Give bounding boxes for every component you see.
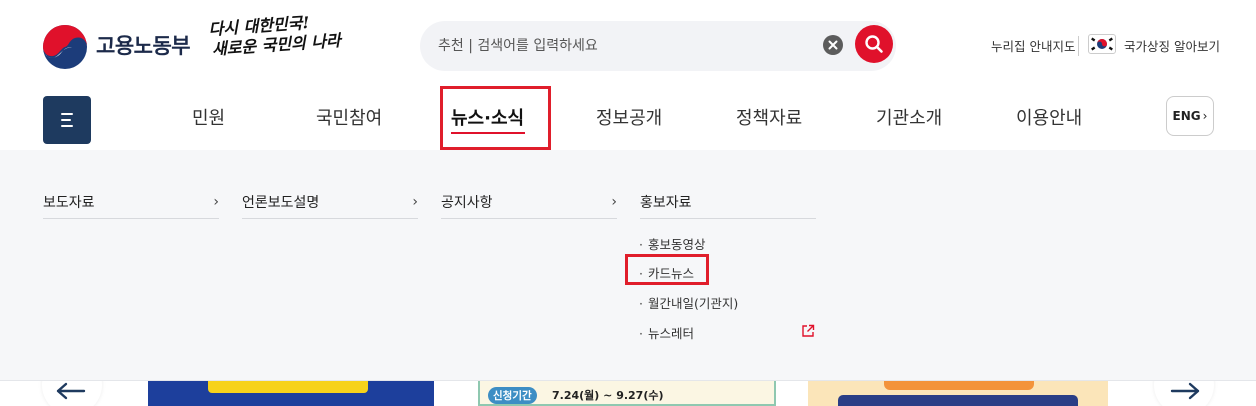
nav-item-about[interactable]: 기관소개: [876, 104, 942, 130]
sitemap-link[interactable]: 누리집 안내지도: [991, 36, 1075, 55]
submenu-notice[interactable]: 공지사항 ›: [441, 192, 617, 212]
submenu-item-monthly-magazine[interactable]: 월간내일(기관지): [639, 293, 738, 312]
slogan: 다시 대한민국! 새로운 국민의 나라: [208, 11, 341, 60]
submenu-press-release[interactable]: 보도자료 ›: [43, 192, 219, 212]
divider: [242, 218, 418, 219]
arrow-right-icon: [1170, 382, 1200, 400]
banner-badge: 신청기간: [488, 387, 537, 404]
chevron-right-icon: ›: [1202, 109, 1208, 123]
nav-item-policy[interactable]: 정책자료: [736, 104, 802, 130]
submenu-title: 공지사항: [441, 195, 493, 211]
nav-item-civil-petition[interactable]: 민원: [192, 104, 225, 130]
search-icon: [865, 35, 883, 53]
external-link-icon[interactable]: [801, 324, 815, 338]
banner-3[interactable]: [808, 381, 1108, 406]
chevron-right-icon: ›: [213, 194, 219, 210]
highlight-box-card-news: [625, 254, 709, 285]
submenu-press-explanation[interactable]: 언론보도설명 ›: [242, 192, 418, 212]
nav-item-guide[interactable]: 이용안내: [1016, 104, 1082, 130]
all-menu-button[interactable]: [43, 96, 91, 144]
nav-item-info-disclosure[interactable]: 정보공개: [596, 104, 662, 130]
search-button[interactable]: [855, 25, 893, 63]
arrow-left-icon: [56, 382, 86, 400]
chevron-right-icon: ›: [412, 194, 418, 210]
clear-search-icon[interactable]: [823, 35, 843, 55]
search-input[interactable]: [438, 33, 828, 59]
site-header: 고용노동부 다시 대한민국! 새로운 국민의 나라 누리집 안내지도 국가상징 …: [0, 0, 1256, 150]
banner-dates: 7.24(월) ~ 9.27(수): [552, 389, 664, 402]
nav-item-participation[interactable]: 국민참여: [316, 104, 382, 130]
carousel-next-button[interactable]: [1154, 381, 1214, 406]
submenu-item-newsletter[interactable]: 뉴스레터: [639, 323, 694, 342]
banner-2[interactable]: 신청기간 7.24(월) ~ 9.27(수): [478, 381, 776, 406]
korean-flag-icon: [1088, 34, 1116, 54]
divider: [1078, 36, 1079, 56]
submenu-title: 언론보도설명: [242, 195, 320, 211]
national-symbols-link[interactable]: 국가상징 알아보기: [1124, 36, 1220, 55]
banner-carousel: 신청기간 7.24(월) ~ 9.27(수): [0, 381, 1256, 406]
language-button[interactable]: ENG ›: [1166, 96, 1214, 136]
submenu-item-promo-video[interactable]: 홍보동영상: [639, 234, 706, 253]
divider: [441, 218, 617, 219]
banner-1[interactable]: [148, 381, 434, 406]
divider: [43, 218, 219, 219]
logo-text[interactable]: 고용노동부: [96, 30, 191, 60]
language-label: ENG: [1172, 109, 1201, 123]
government-emblem-icon[interactable]: [42, 24, 88, 70]
divider: [640, 218, 816, 219]
carousel-prev-button[interactable]: [42, 381, 102, 406]
chevron-right-icon: ›: [611, 194, 617, 210]
highlight-box-news: [440, 86, 551, 150]
hamburger-icon: [61, 113, 73, 127]
submenu-title: 보도자료: [43, 195, 95, 211]
submenu-title: 홍보자료: [640, 195, 692, 211]
submenu-promotion[interactable]: 홍보자료: [640, 192, 816, 212]
